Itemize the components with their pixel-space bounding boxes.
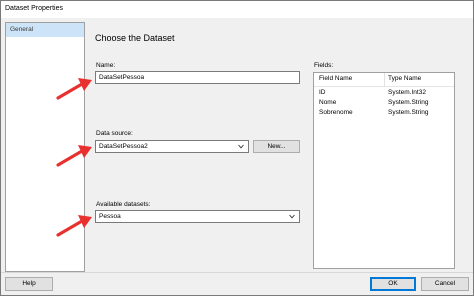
help-button[interactable]: Help (5, 277, 53, 291)
data-source-select[interactable]: DataSetPessoa2 (95, 140, 249, 153)
annotation-arrow-icon (56, 215, 92, 237)
header-divider (314, 86, 454, 87)
table-row-type: System.String (388, 99, 429, 106)
data-source-value: DataSetPessoa2 (99, 143, 148, 150)
fields-label: Fields: (314, 62, 334, 69)
fields-list[interactable]: Field Name Type Name ID System.Int32 Nom… (313, 72, 455, 269)
footer-divider (1, 272, 473, 273)
table-row-type: System.String (388, 109, 429, 116)
table-row-type: System.Int32 (388, 89, 426, 96)
table-row-field: Nome (319, 99, 337, 106)
sidebar-item-general[interactable]: General (6, 23, 84, 37)
page-title: Choose the Dataset (95, 33, 175, 43)
sidebar-item-label: General (10, 26, 34, 33)
ok-button[interactable]: OK (370, 277, 416, 291)
available-datasets-label: Available datasets: (96, 201, 151, 208)
annotation-arrow-icon (56, 78, 92, 100)
available-datasets-select[interactable]: Pessoa (95, 210, 300, 223)
cancel-button[interactable]: Cancel (421, 277, 469, 291)
available-datasets-value: Pessoa (99, 213, 121, 220)
chevron-down-icon (238, 144, 244, 149)
name-input-value: DataSetPessoa (99, 74, 145, 81)
column-header-type-name[interactable]: Type Name (388, 75, 421, 82)
column-header-field-name[interactable]: Field Name (319, 75, 352, 82)
chevron-down-icon (289, 214, 295, 219)
table-row-field: ID (319, 89, 326, 96)
name-input[interactable]: DataSetPessoa (95, 71, 300, 84)
annotation-arrow-icon (56, 145, 92, 167)
table-row-field: Sobrenome (319, 109, 353, 116)
title-bar: Dataset Properties (1, 1, 473, 18)
data-source-label: Data source: (96, 130, 133, 137)
window-title: Dataset Properties (5, 5, 63, 12)
column-divider (384, 73, 385, 86)
name-label: Name: (96, 62, 116, 69)
new-data-source-button[interactable]: New... (253, 140, 300, 153)
